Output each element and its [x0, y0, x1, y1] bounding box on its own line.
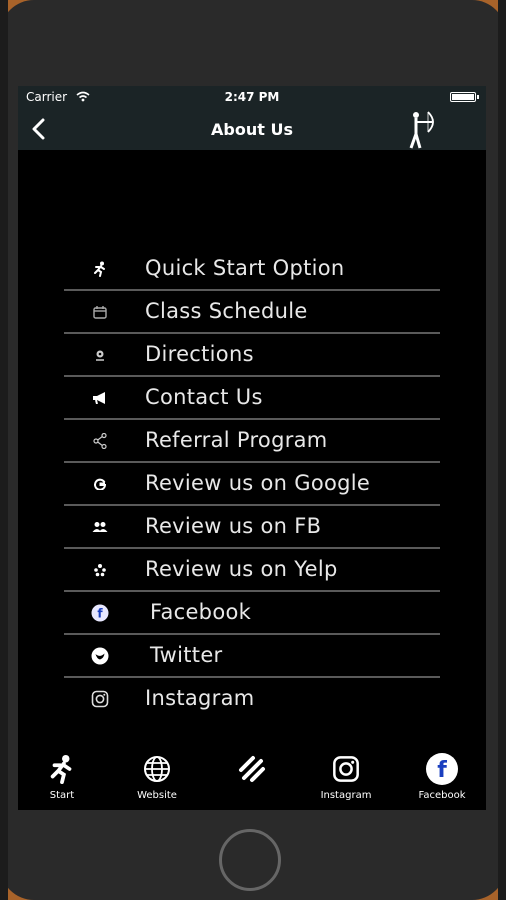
calendar-icon	[90, 302, 110, 322]
menu-item-twitter[interactable]: Twitter	[64, 635, 440, 678]
tab-facebook[interactable]: f Facebook	[402, 750, 482, 806]
yelp-icon	[90, 560, 110, 580]
tab-website[interactable]: Website	[117, 750, 197, 806]
menu-item-contact-us[interactable]: Contact Us	[64, 377, 440, 420]
menu-item-facebook[interactable]: f Facebook	[64, 592, 440, 635]
phone-frame: Carrier 2:47 PM About Us Quick Start Opt…	[0, 0, 506, 900]
running-icon	[22, 752, 102, 786]
tab-bar: Start Website Instagram f Facebook	[18, 746, 486, 810]
about-menu: Quick Start Option Class Schedule Direct…	[64, 248, 440, 721]
google-icon	[90, 474, 110, 494]
tab-label: Facebook	[418, 790, 466, 801]
app-screen: Carrier 2:47 PM About Us Quick Start Opt…	[18, 86, 486, 810]
menu-item-label: Twitter	[150, 643, 223, 667]
tab-start[interactable]: Start	[22, 750, 102, 806]
menu-item-directions[interactable]: Directions	[64, 334, 440, 377]
running-icon	[90, 259, 110, 279]
tab-menu[interactable]	[212, 750, 292, 806]
menu-item-review-yelp[interactable]: Review us on Yelp	[64, 549, 440, 592]
map-pin-icon	[90, 345, 110, 365]
menu-item-label: Review us on Google	[145, 471, 371, 495]
menu-item-instagram[interactable]: Instagram	[64, 678, 440, 721]
svg-text:f: f	[97, 607, 103, 621]
megaphone-icon	[90, 388, 110, 408]
battery-icon	[450, 92, 479, 102]
home-button[interactable]	[219, 829, 281, 891]
status-bar: Carrier 2:47 PM	[18, 86, 486, 108]
menu-item-label: Quick Start Option	[145, 256, 345, 280]
facebook-icon: f	[90, 603, 110, 623]
status-time: 2:47 PM	[224, 90, 280, 104]
nav-bar: About Us	[18, 108, 486, 150]
phone-edge-left	[0, 0, 8, 900]
share-icon	[90, 431, 110, 451]
menu-item-label: Instagram	[145, 686, 255, 710]
twitter-icon	[90, 646, 110, 666]
tab-label: Start	[49, 790, 75, 801]
tab-instagram[interactable]: Instagram	[306, 750, 386, 806]
menu-item-review-fb[interactable]: Review us on FB	[64, 506, 440, 549]
instagram-icon	[306, 752, 386, 786]
menu-item-label: Contact Us	[145, 385, 263, 409]
menu-item-class-schedule[interactable]: Class Schedule	[64, 291, 440, 334]
facebook-icon: f	[402, 752, 482, 786]
menu-item-review-google[interactable]: Review us on Google	[64, 463, 440, 506]
menu-item-label: Referral Program	[145, 428, 328, 452]
tab-label: Website	[137, 790, 177, 801]
menu-item-quick-start[interactable]: Quick Start Option	[64, 248, 440, 291]
menu-item-referral-program[interactable]: Referral Program	[64, 420, 440, 463]
users-icon	[90, 517, 110, 537]
menu-item-label: Directions	[145, 342, 254, 366]
menu-item-label: Review us on FB	[145, 514, 322, 538]
svg-text:f: f	[437, 758, 447, 783]
menu-item-label: Class Schedule	[145, 299, 308, 323]
menu-item-label: Review us on Yelp	[145, 557, 338, 581]
phone-edge-right	[498, 0, 506, 900]
menu-item-label: Facebook	[150, 600, 252, 624]
instagram-icon	[90, 689, 110, 709]
archer-icon	[409, 111, 434, 149]
globe-icon	[117, 752, 197, 786]
tab-label: Instagram	[320, 790, 372, 801]
menu-lines-icon	[212, 752, 292, 786]
